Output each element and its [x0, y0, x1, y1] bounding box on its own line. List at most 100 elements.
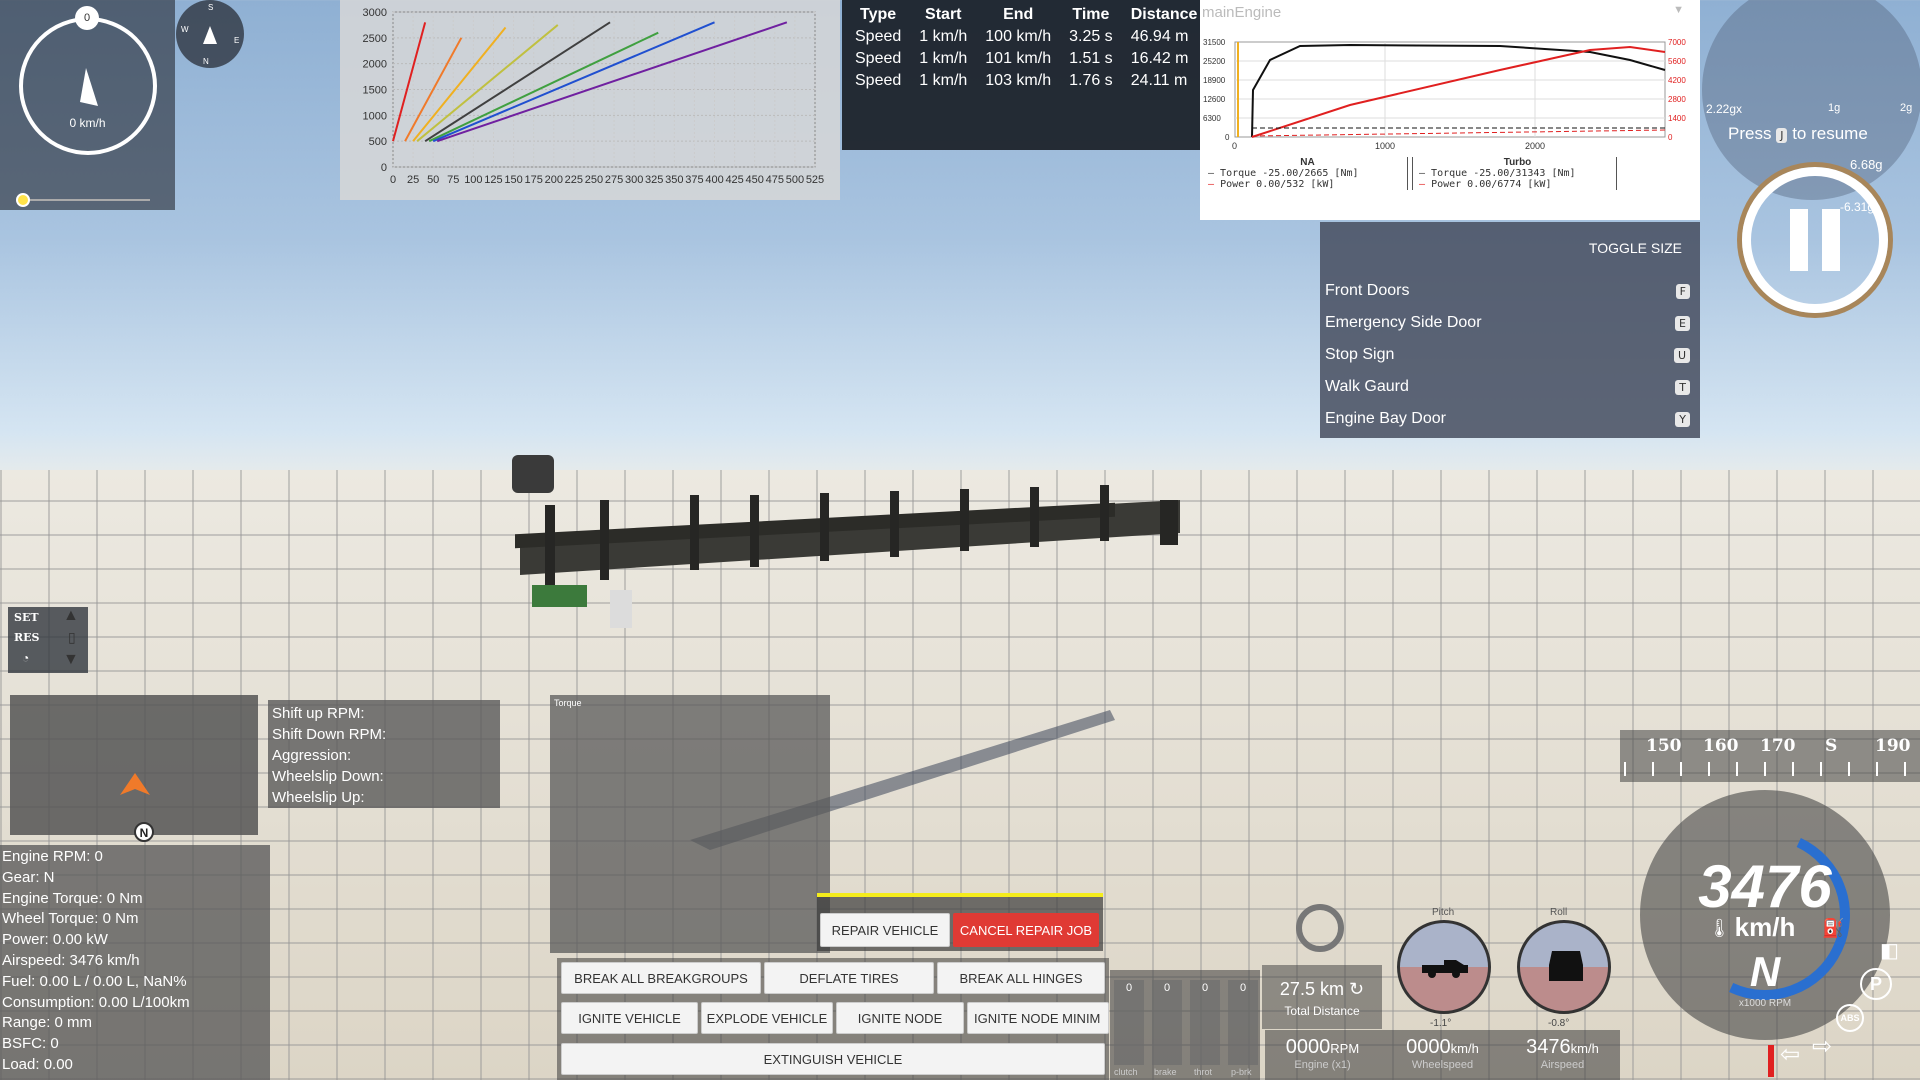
speedometer: 3476 km/h ⛽ 🌡 N x1000 RPM [1640, 790, 1890, 1040]
mini-compass-s: S [208, 3, 214, 12]
parking-brake-indicator: P [1860, 968, 1892, 1000]
engine-y-right: 4200 [1668, 76, 1686, 85]
heading-tick: 150 [1646, 736, 1682, 756]
table-row: Speed 1 km/h 100 km/h 3.25 s 46.94 m [846, 26, 1206, 48]
headlight-icon[interactable]: ◧ [1880, 938, 1899, 963]
cell: Speed [855, 28, 902, 45]
pause-icon [1790, 209, 1840, 271]
door-item-emergency[interactable]: Emergency Side Door E [1325, 314, 1690, 340]
cruise-up-icon[interactable]: ▲ [63, 607, 79, 625]
ignite-node-button[interactable]: IGNITE NODE [836, 1002, 964, 1034]
heading-tick: 170 [1760, 736, 1796, 756]
mini-compass: S W E N [176, 0, 244, 68]
toggle-size-button[interactable]: TOGGLE SIZE [1589, 240, 1682, 256]
ignite-vehicle-button[interactable]: IGNITE VEHICLE [561, 1002, 698, 1034]
cell: 1.76 s [1069, 72, 1113, 89]
door-item-front[interactable]: Front Doors F [1325, 282, 1690, 308]
minimap [10, 695, 258, 835]
clutch-label: clutch [1114, 1067, 1138, 1077]
turbo-power-text: Power 0.00/6774 [kW] [1431, 179, 1552, 190]
engine-y-left: 31500 [1203, 38, 1226, 47]
x-tick-label: 475 [766, 174, 784, 186]
heading-tick: 160 [1703, 736, 1739, 756]
clutch-value: 0 [1125, 982, 1133, 994]
x-tick-label: 525 [806, 174, 824, 186]
results-table: Type Start End Time Distance Speed 1 km/h… [846, 4, 1206, 92]
stat-bsfc: BSFC: 0 [2, 1035, 59, 1053]
parkbrake-value: 0 [1239, 982, 1247, 994]
x-tick-label: 500 [786, 174, 804, 186]
repair-vehicle-button[interactable]: REPAIR VEHICLE [820, 913, 950, 947]
ignite-node-minimal-button[interactable]: IGNITE NODE MINIM [967, 1002, 1109, 1034]
break-breakgroups-button[interactable]: BREAK ALL BREAKGROUPS [561, 962, 761, 994]
door-item-walk-guard[interactable]: Walk Gaurd T [1325, 378, 1690, 404]
x-tick-label: 200 [545, 174, 563, 186]
cruise-down-icon[interactable]: ▼ [63, 651, 79, 669]
na-title: NA [1300, 157, 1315, 168]
roll-gauge [1517, 920, 1611, 1014]
engine-y-left: 12600 [1203, 95, 1226, 104]
mini-compass-e: E [234, 36, 240, 45]
compass-top-badge: 0 [75, 6, 99, 30]
engine-select[interactable]: mainEngine ▼ [1202, 4, 1692, 26]
x-tick-label: 375 [685, 174, 703, 186]
torque-graph-title: Torque [554, 698, 582, 708]
stat-fuel: Fuel: 0.00 L / 0.00 L, NaN% [2, 972, 187, 990]
readout-airspeed-unit: km/h [1570, 1041, 1599, 1056]
aggression: Aggression: [272, 747, 352, 764]
y-tick-label: 3000 [363, 7, 387, 19]
readout-engine-value: 0000 [1285, 1036, 1331, 1058]
input-bars: 0 0 0 0 clutch brake throt p-brk [1110, 970, 1260, 1080]
parkbrake-label: p-brk [1231, 1067, 1252, 1077]
x-tick-label: 125 [484, 174, 502, 186]
series-line [412, 26, 507, 142]
cell: 100 km/h [985, 28, 1052, 45]
brake-bar: 0 [1152, 980, 1182, 1065]
door-item-engine-bay[interactable]: Engine Bay Door Y [1325, 410, 1690, 436]
compass-slider[interactable] [20, 199, 150, 201]
speedo-gear: N [1749, 948, 1781, 995]
y-tick-label: 1500 [363, 85, 387, 97]
engine-y-right: 2800 [1668, 95, 1686, 104]
reset-icon[interactable]: ↻ [1349, 979, 1364, 999]
extinguish-vehicle-button[interactable]: EXTINGUISH VEHICLE [561, 1043, 1105, 1075]
explode-vehicle-button[interactable]: EXPLODE VEHICLE [701, 1002, 833, 1034]
cruise-res-button[interactable]: RES [14, 631, 39, 644]
g-force-2g: 2g [1900, 102, 1913, 114]
results-col-type: Type [860, 6, 897, 23]
y-tick-label: 0 [381, 162, 387, 174]
cell: 3.25 s [1069, 28, 1113, 45]
results-col-end: End [1003, 6, 1034, 23]
brake-label: brake [1154, 1067, 1177, 1077]
cruise-set-button[interactable]: SET [14, 611, 39, 624]
x-tick-label: 150 [504, 174, 522, 186]
cell: 103 km/h [985, 72, 1052, 89]
engine-y-right: 5600 [1668, 57, 1686, 66]
deflate-tires-button[interactable]: DEFLATE TIRES [764, 962, 934, 994]
mini-compass-w: W [181, 25, 189, 34]
pause-button[interactable] [1742, 167, 1888, 313]
throttle-bar: 0 [1190, 980, 1220, 1065]
cell: Speed [855, 50, 902, 67]
compass-slider-knob[interactable] [16, 193, 30, 207]
stat-airspeed: Airspeed: 3476 km/h [2, 951, 140, 969]
trip-distance-value: 27.5 km [1279, 979, 1344, 999]
engine-y-left: 18900 [1203, 76, 1226, 85]
door-item-stop-sign[interactable]: Stop Sign U [1325, 346, 1690, 372]
stat-engine-torque: Engine Torque: 0 Nm [2, 889, 143, 907]
break-hinges-button[interactable]: BREAK ALL HINGES [937, 962, 1105, 994]
engine-curve-graph: 31500 25200 18900 12600 6300 0 7000 5600… [1203, 38, 1686, 150]
cancel-repair-button[interactable]: CANCEL REPAIR JOB [953, 913, 1099, 947]
x-tick-label: 300 [625, 174, 643, 186]
engine-y-right: 7000 [1668, 38, 1686, 47]
throttle-indicator [1768, 1045, 1774, 1077]
pitch-value: -1.1° [1430, 1018, 1452, 1029]
door-label: Engine Bay Door [1325, 410, 1446, 427]
series-line [428, 31, 659, 143]
x-tick-label: 425 [725, 174, 743, 186]
brake-value: 0 [1163, 982, 1171, 994]
na-torque-text: Torque -25.00/2665 [Nm] [1220, 168, 1359, 179]
press-label: Press [1728, 124, 1772, 143]
mini-compass-n: N [203, 57, 209, 66]
heading-tick: S [1825, 736, 1838, 756]
